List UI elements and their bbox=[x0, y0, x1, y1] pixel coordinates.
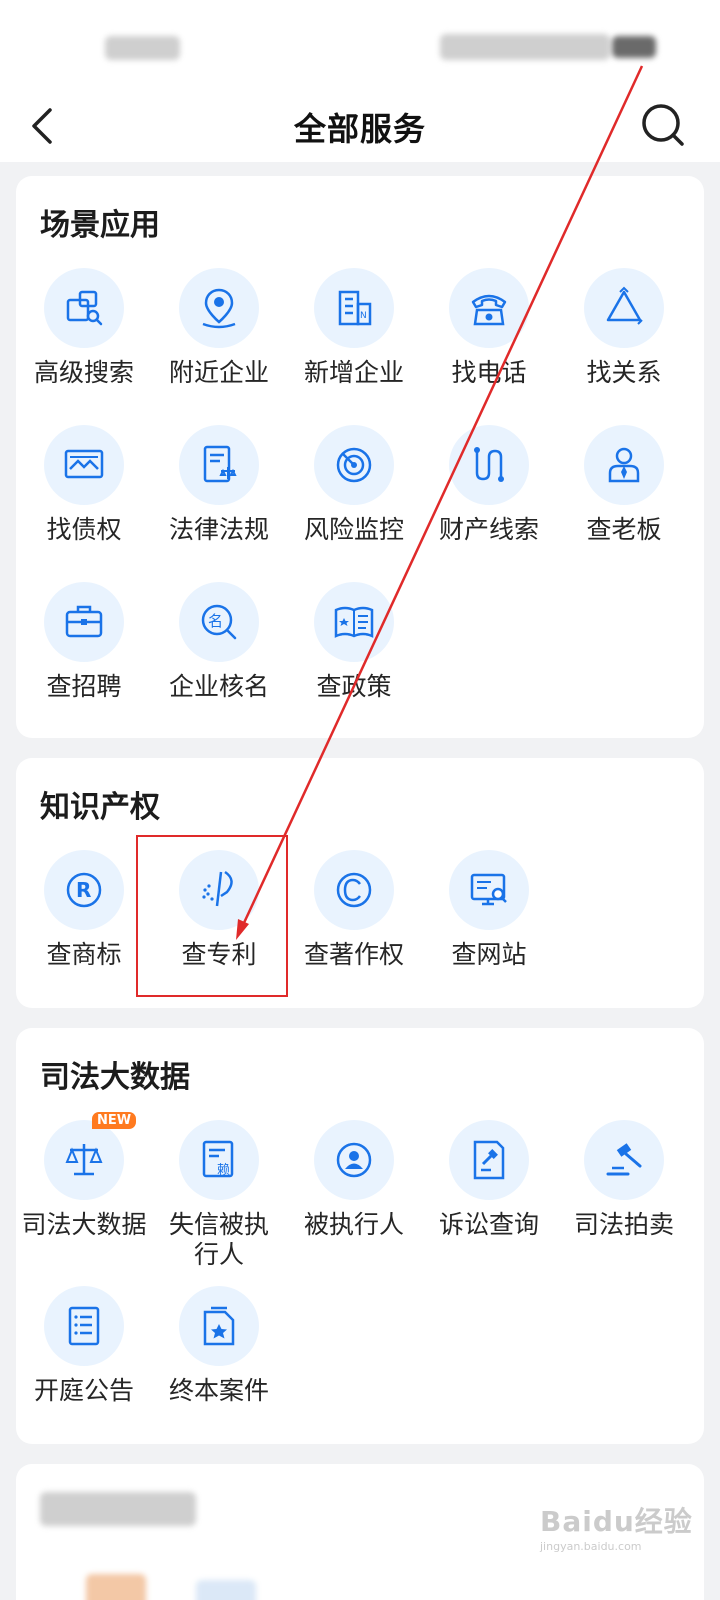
service-find-relations[interactable]: 找关系 bbox=[556, 268, 692, 388]
auction-gavel-icon bbox=[606, 1143, 642, 1176]
person-circle-icon bbox=[336, 1142, 372, 1178]
service-copyright[interactable]: 查著作权 bbox=[286, 850, 422, 970]
service-label: 查商标 bbox=[46, 940, 122, 969]
watermark-url: jingyan.baidu.com bbox=[540, 1540, 642, 1553]
service-label: 终本案件 bbox=[168, 1376, 269, 1405]
watermark-brand: Baidu经验 bbox=[540, 1505, 693, 1538]
law-book-icon bbox=[203, 445, 237, 483]
service-label: 查网站 bbox=[451, 940, 527, 969]
section-title: 场景应用 bbox=[40, 208, 160, 243]
blurred-icon bbox=[196, 1580, 256, 1600]
service-court-notice[interactable]: 开庭公告 bbox=[16, 1286, 152, 1406]
debt-card-icon bbox=[64, 449, 104, 479]
status-icons-blurred bbox=[440, 34, 610, 60]
service-label: 诉讼查询 bbox=[438, 1210, 539, 1239]
service-find-boss[interactable]: 查老板 bbox=[556, 425, 692, 545]
radar-icon bbox=[336, 447, 372, 483]
section-scene-apps: 场景应用 高级搜索 附近企业 N 新增企业 找电话 找关系 找债权 法律法规 风… bbox=[16, 176, 704, 738]
service-risk-monitor[interactable]: 风险监控 bbox=[286, 425, 422, 545]
nav-bar: 全部服务 bbox=[0, 90, 720, 162]
name-check-icon: 名 bbox=[201, 604, 237, 640]
search-icon bbox=[642, 104, 684, 146]
service-label: 新增企业 bbox=[303, 358, 404, 387]
service-executed-person[interactable]: 被执行人 bbox=[286, 1120, 422, 1240]
service-label: 查招聘 bbox=[46, 672, 122, 701]
service-label: 司法拍卖 bbox=[573, 1210, 674, 1239]
service-lawsuit[interactable]: 诉讼查询 bbox=[421, 1120, 557, 1240]
service-find-policy[interactable]: 查政策 bbox=[286, 582, 422, 702]
service-new-companies[interactable]: N 新增企业 bbox=[286, 268, 422, 388]
page-title: 全部服务 bbox=[293, 110, 426, 148]
service-label: 法律法规 bbox=[168, 515, 269, 544]
section-title: 司法大数据 bbox=[40, 1060, 190, 1095]
service-label: 查政策 bbox=[316, 672, 392, 701]
service-judicial-data[interactable]: NEW 司法大数据 bbox=[16, 1112, 152, 1240]
blurred-icon bbox=[86, 1574, 146, 1600]
copyright-icon bbox=[336, 872, 372, 908]
service-label: 查著作权 bbox=[303, 940, 404, 969]
service-label: 开庭公告 bbox=[33, 1376, 134, 1405]
status-time-blurred bbox=[105, 36, 180, 60]
telephone-icon bbox=[471, 294, 507, 326]
briefcase-icon bbox=[65, 605, 103, 638]
search-button[interactable] bbox=[638, 100, 688, 150]
service-label: 被执行人 bbox=[303, 1210, 404, 1239]
svg-text:名: 名 bbox=[208, 612, 223, 630]
section-title: 知识产权 bbox=[40, 790, 160, 825]
service-label: 找电话 bbox=[451, 358, 527, 387]
path-clue-icon bbox=[474, 447, 504, 482]
service-find-jobs[interactable]: 查招聘 bbox=[16, 582, 152, 702]
scales-icon bbox=[65, 1144, 103, 1176]
location-pin-icon bbox=[202, 288, 236, 329]
service-asset-clues[interactable]: 财产线索 bbox=[421, 425, 557, 545]
service-label: 企业核名 bbox=[168, 672, 269, 701]
service-nearby-companies[interactable]: 附近企业 bbox=[151, 268, 287, 388]
building-icon: N bbox=[338, 290, 372, 326]
service-label: 司法大数据 bbox=[21, 1210, 147, 1239]
baidu-jingyan-watermark: Baidu经验 jingyan.baidu.com bbox=[540, 1500, 710, 1570]
svg-text:N: N bbox=[360, 311, 367, 321]
service-dishonest[interactable]: 赖 失信被执 行人 bbox=[151, 1120, 287, 1270]
service-laws[interactable]: 法律法规 bbox=[151, 425, 287, 545]
service-label: 风险监控 bbox=[303, 515, 404, 544]
service-advanced-search[interactable]: 高级搜索 bbox=[16, 268, 152, 388]
battery-icon bbox=[612, 36, 656, 58]
section-judicial-data: 司法大数据 NEW 司法大数据 赖 失信被执 行人 被执行人 诉讼查询 司法拍卖 … bbox=[16, 1028, 704, 1444]
new-badge: NEW bbox=[92, 1112, 137, 1129]
svg-text:赖: 赖 bbox=[217, 1163, 230, 1178]
service-auction[interactable]: 司法拍卖 bbox=[556, 1120, 692, 1240]
service-name-check[interactable]: 名 企业核名 bbox=[151, 582, 287, 702]
section-intellectual-property: 知识产权 R 查商标 查专利 查著作权 查网站 bbox=[16, 758, 704, 1008]
trademark-icon: R bbox=[66, 872, 102, 908]
status-bar bbox=[0, 0, 720, 90]
service-label: 找债权 bbox=[46, 515, 122, 544]
boss-person-icon bbox=[608, 447, 640, 483]
service-label: 高级搜索 bbox=[33, 358, 134, 387]
service-find-phone[interactable]: 找电话 bbox=[421, 268, 557, 388]
svg-text:R: R bbox=[76, 878, 91, 902]
service-label: 附近企业 bbox=[168, 358, 269, 387]
service-label: 失信被执 行人 bbox=[168, 1210, 269, 1269]
service-label: 找关系 bbox=[586, 358, 662, 387]
service-find-debt[interactable]: 找债权 bbox=[16, 425, 152, 545]
lawsuit-hammer-icon bbox=[473, 1140, 505, 1180]
blurred-section-title bbox=[40, 1492, 196, 1526]
annotation-highlight-box bbox=[136, 835, 288, 997]
advanced-search-icon bbox=[66, 290, 103, 326]
service-terminated-cases[interactable]: 终本案件 bbox=[151, 1286, 287, 1406]
triangle-relation-icon bbox=[606, 286, 643, 325]
service-label: 财产线索 bbox=[438, 515, 539, 544]
service-website[interactable]: 查网站 bbox=[421, 850, 557, 970]
policy-document-icon bbox=[334, 606, 374, 638]
case-star-icon bbox=[203, 1306, 235, 1346]
dishonest-list-icon: 赖 bbox=[202, 1140, 234, 1178]
website-search-icon bbox=[470, 873, 507, 906]
service-label: 查老板 bbox=[586, 515, 662, 544]
service-trademark[interactable]: R 查商标 bbox=[16, 850, 152, 970]
announcement-list-icon bbox=[68, 1306, 100, 1346]
